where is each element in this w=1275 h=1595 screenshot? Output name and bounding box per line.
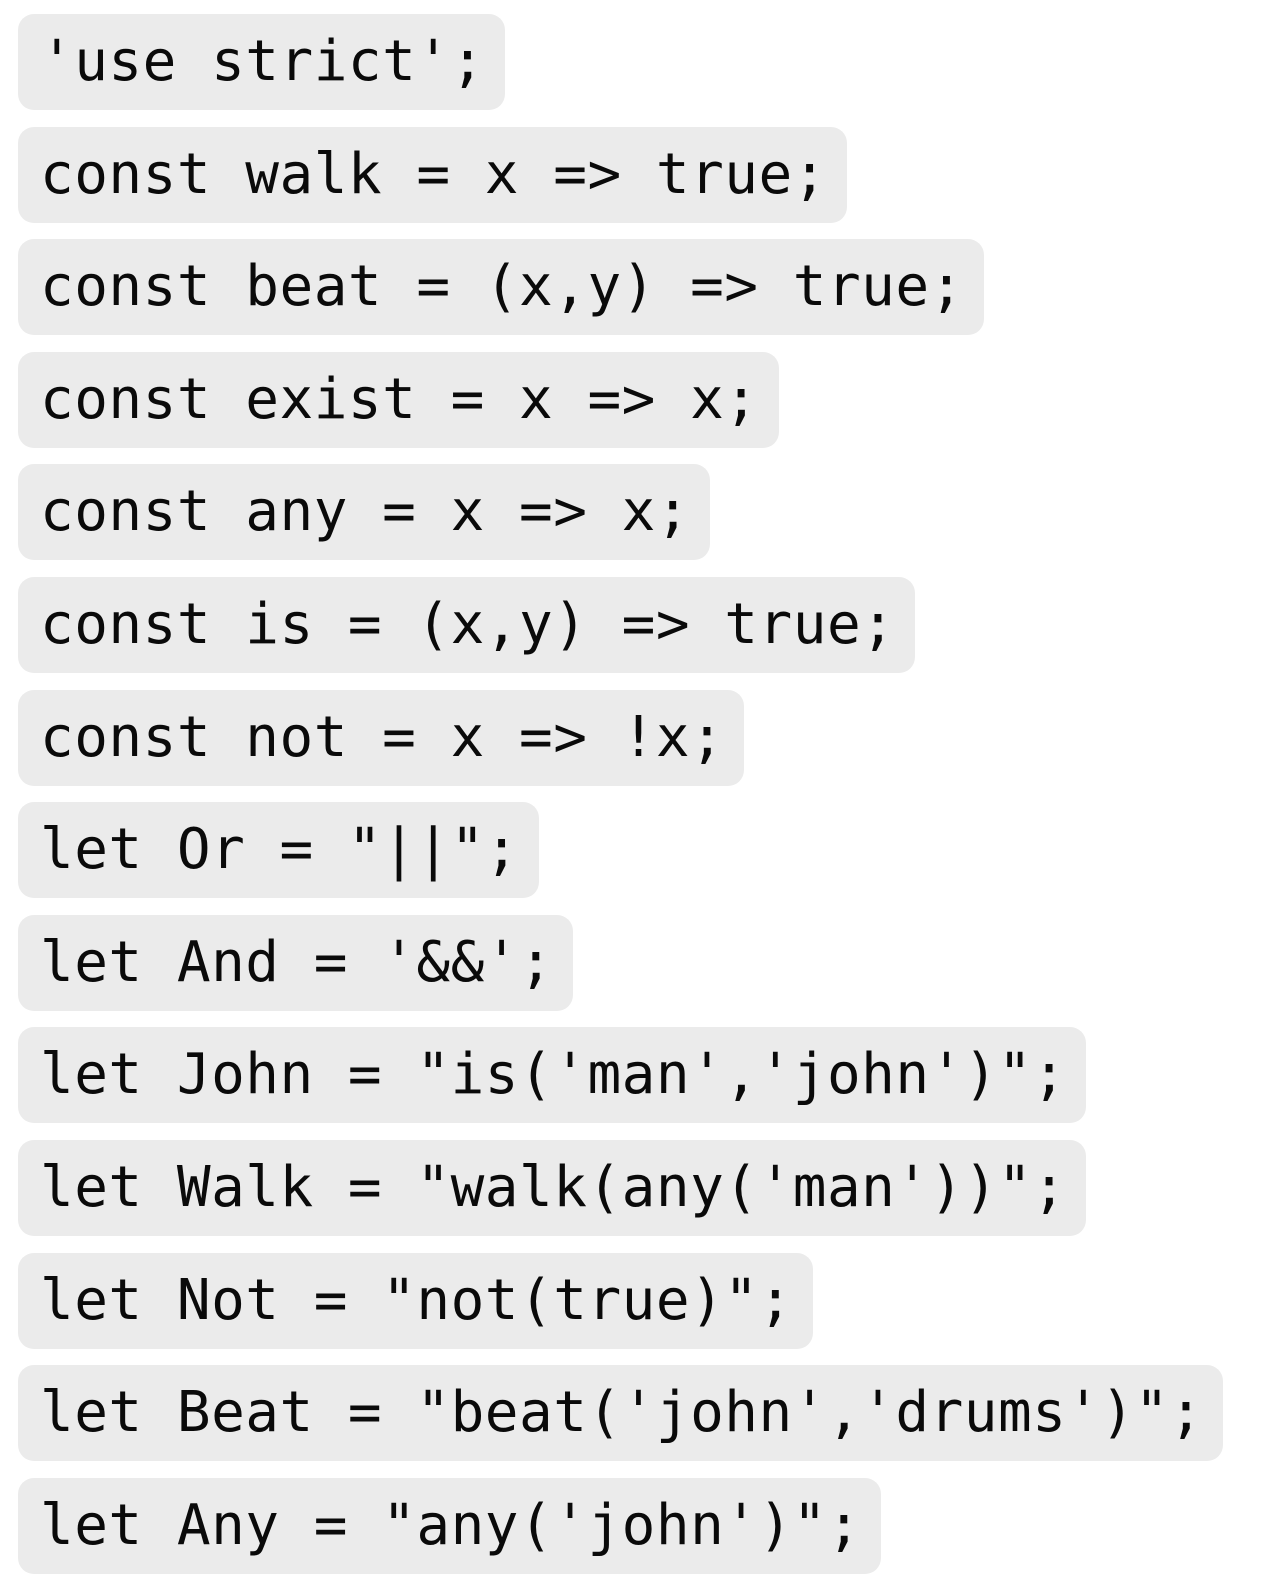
code-line: let Not = "not(true)"; [18, 1239, 1275, 1352]
code-line-text: let Any = "any('john')"; [18, 1477, 882, 1574]
code-line-text: const walk = x => true; [18, 126, 847, 223]
code-line: let John = "is('man','john')"; [18, 1013, 1275, 1126]
code-line: let Or = "||"; [18, 788, 1275, 901]
code-line: const walk = x => true; [18, 113, 1275, 226]
code-line: let Beat = "beat('john','drums')"; [18, 1351, 1275, 1464]
code-line: let Walk = "walk(any('man'))"; [18, 1126, 1275, 1239]
code-line: const any = x => x; [18, 450, 1275, 563]
code-listing: 'use strict'; const walk = x => true; co… [0, 0, 1275, 1595]
code-line-text: let Not = "not(true)"; [18, 1252, 813, 1349]
code-line: let And = '&&'; [18, 901, 1275, 1014]
code-line-text: let Beat = "beat('john','drums')"; [18, 1365, 1224, 1462]
code-line-text: const not = x => !x; [18, 689, 745, 786]
code-line: const not = x => !x; [18, 676, 1275, 789]
code-line-text: let John = "is('man','john')"; [18, 1027, 1087, 1124]
code-line-text: const beat = (x,y) => true; [18, 239, 984, 336]
code-line-text: let Or = "||"; [18, 802, 540, 899]
code-line: const beat = (x,y) => true; [18, 225, 1275, 338]
code-line: const exist = x => x; [18, 338, 1275, 451]
code-line-text: const any = x => x; [18, 464, 711, 561]
code-line-text: let Walk = "walk(any('man'))"; [18, 1139, 1087, 1236]
code-line-text: let And = '&&'; [18, 914, 574, 1011]
code-line-text: const exist = x => x; [18, 351, 779, 448]
code-line-text: const is = (x,y) => true; [18, 576, 916, 673]
code-line: const is = (x,y) => true; [18, 563, 1275, 676]
code-line: let Any = "any('john')"; [18, 1464, 1275, 1577]
code-line: 'use strict'; [18, 0, 1275, 113]
code-line-text: 'use strict'; [18, 14, 505, 110]
